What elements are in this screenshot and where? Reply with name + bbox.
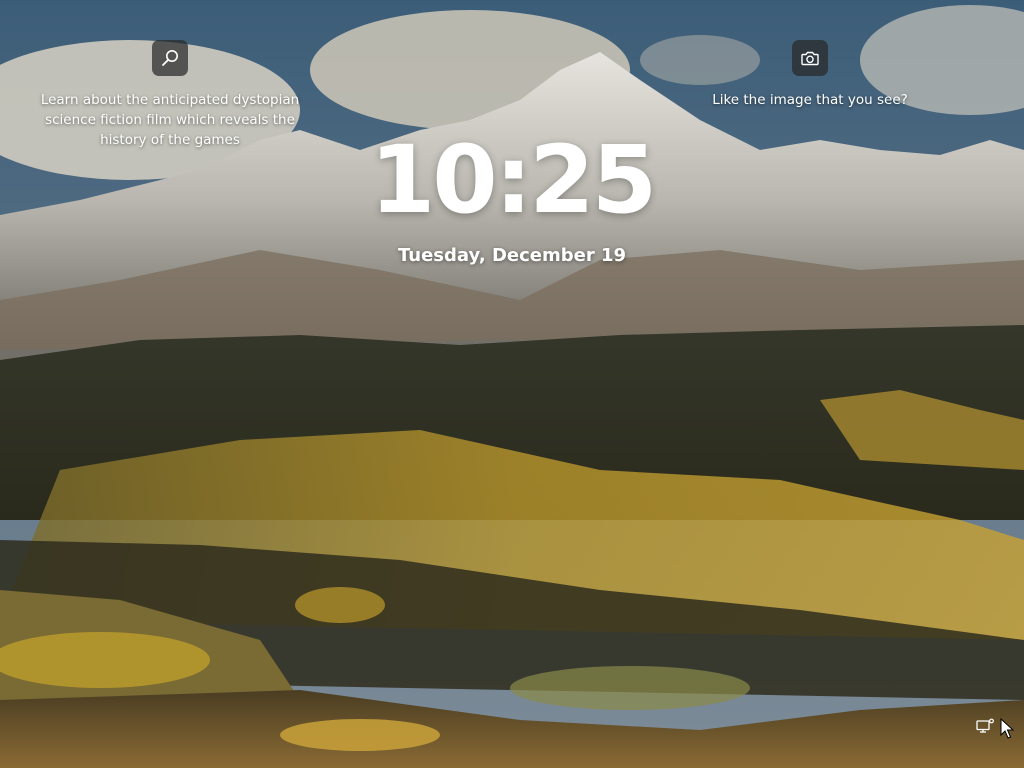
lock-clock: 10:25 (369, 126, 657, 235)
search-icon (162, 50, 178, 66)
mouse-cursor-icon (1000, 718, 1014, 739)
lock-screen: Learn about the anticipated dystopian sc… (0, 0, 1024, 768)
spotlight-search-button[interactable] (152, 40, 188, 76)
spotlight-like-image[interactable]: Like the image that you see? (700, 40, 920, 110)
network-status-button[interactable] (972, 713, 998, 739)
camera-icon (801, 51, 819, 66)
spotlight-camera-button[interactable] (792, 40, 828, 76)
spotlight-like-image-text[interactable]: Like the image that you see? (712, 90, 908, 110)
network-icon (976, 718, 994, 733)
lock-date: Tuesday, December 19 (397, 245, 627, 266)
